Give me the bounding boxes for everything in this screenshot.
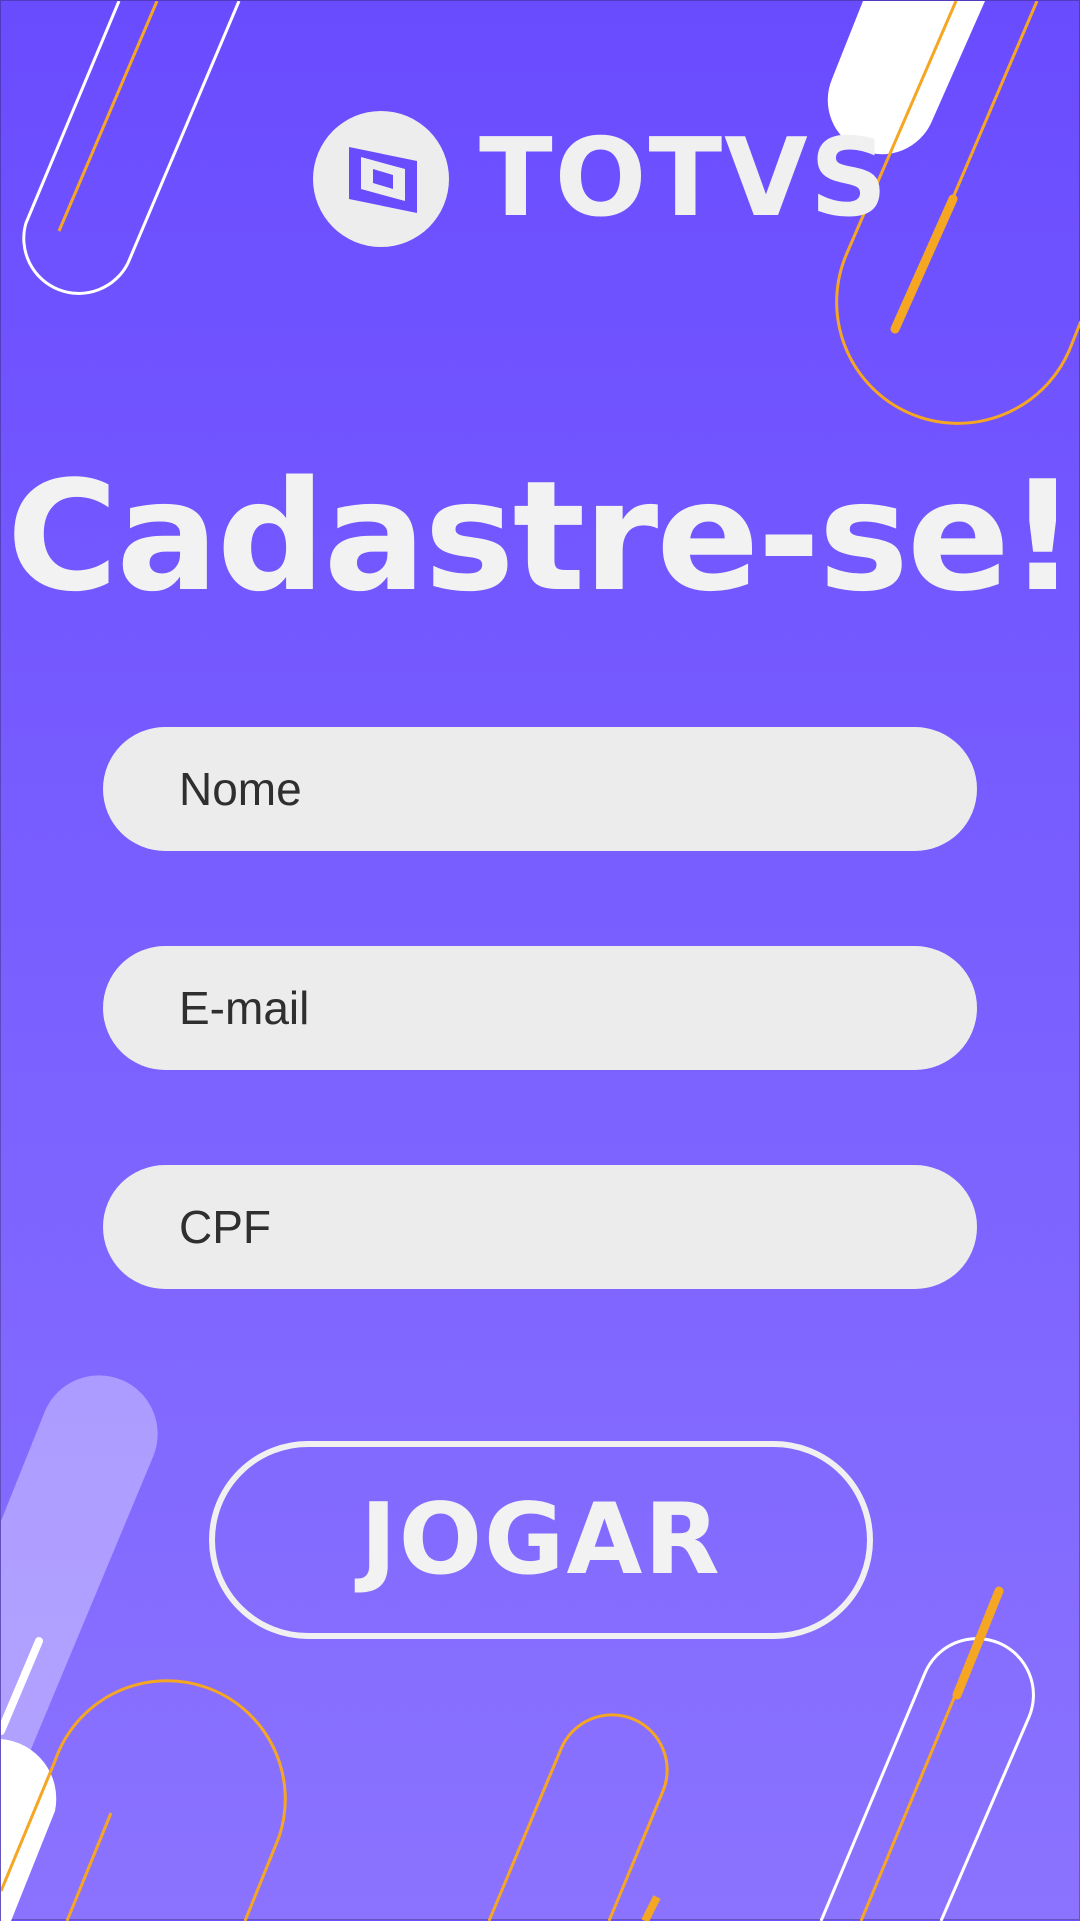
decor-line-orange-thin (947, 1, 1039, 208)
decor-line-white (1, 1637, 43, 1735)
name-field[interactable] (103, 727, 977, 851)
decor-capsule-translucent (1, 1375, 158, 1821)
play-button[interactable]: JOGAR (209, 1441, 873, 1639)
decor-line-orange-2 (1, 1760, 57, 1892)
email-field[interactable] (103, 946, 977, 1070)
email-input[interactable] (179, 946, 977, 1070)
decor-line-orange (57, 1, 159, 232)
decor-line-orange-6 (952, 1586, 1004, 1700)
decor-capsule-outline-white-2 (819, 1637, 1035, 1921)
decor-line-orange-3 (65, 1812, 113, 1921)
play-button-label: JOGAR (360, 1483, 722, 1597)
logo-mark-icon (349, 147, 417, 213)
decor-capsule-outline (22, 1, 241, 295)
cpf-input[interactable] (179, 1165, 977, 1289)
decor-capsule-outline-orange-2 (53, 1679, 287, 1921)
totvs-logo-icon (313, 111, 449, 247)
name-input[interactable] (179, 727, 977, 851)
page-title: Cadastre-se! (6, 448, 1078, 625)
decor-capsule-filled-small (1, 1739, 57, 1921)
brand-name: TOTVS (479, 116, 890, 241)
brand-logo: TOTVS (313, 111, 890, 247)
decor-capsule-outline-orange-3 (487, 1713, 669, 1921)
decor-line-orange-thick (890, 194, 958, 334)
decor-line-orange-4 (641, 1895, 661, 1921)
cpf-field[interactable] (103, 1165, 977, 1289)
decor-line-orange-5 (859, 1594, 999, 1921)
